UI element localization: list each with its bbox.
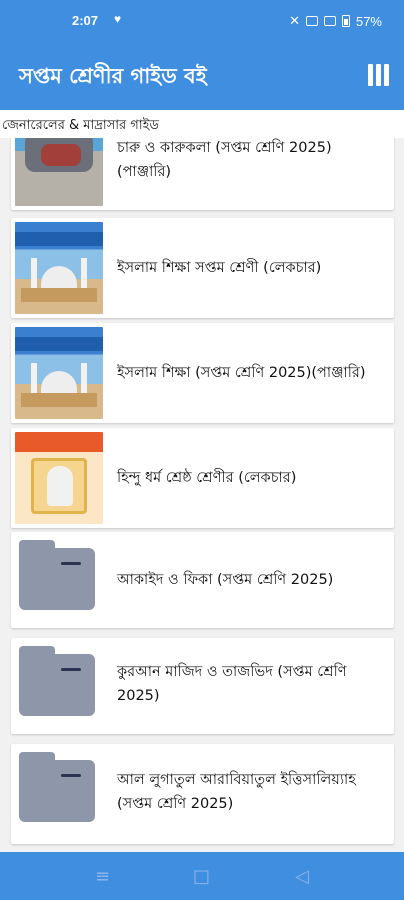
- list-item-title: ইসলাম শিক্ষা (সপ্তম শ্রেণি 2025)(পাঞ্জার…: [117, 365, 366, 381]
- list-item-hindu[interactable]: হিন্দু ধর্ম শ্রেষ্ঠ শ্রেণীর (লেকচার): [11, 428, 394, 528]
- battery-percent: 57%: [355, 13, 382, 29]
- list-item-crafts[interactable]: চারু ও কারুকলা (সপ্তম শ্রেণি 2025)(পাঞ্জ…: [11, 138, 394, 210]
- list-item-islam-lecture[interactable]: ইসলাম শিক্ষা সপ্তম শ্রেণী (লেকচার): [11, 218, 394, 318]
- list-item-islam-panjari[interactable]: ইসলাম শিক্ষা (সপ্তম শ্রেণি 2025)(পাঞ্জার…: [11, 323, 394, 423]
- status-time: 2:07: [72, 13, 99, 28]
- app-title: সপ্তম শ্রেণীর গাইড বই: [19, 64, 207, 88]
- wifi-icon: [323, 16, 336, 26]
- system-icons: ✕ 57%: [289, 13, 382, 29]
- system-nav-bar: ≡ □ ◁: [0, 852, 404, 900]
- folder-icon: [19, 646, 95, 716]
- list-item-title: আকাইদ ও ফিকা (সপ্তম শ্রেণি 2025): [117, 572, 334, 588]
- app-bar: সপ্তম শ্রেণীর গাইড বই: [0, 40, 404, 110]
- folder-icon: [19, 540, 95, 610]
- list-item-quran[interactable]: কুরআন মাজিদ ও তাজভিদ (সপ্তম শ্রেণি 2025): [11, 638, 394, 734]
- status-bar: 2:07 ♥ ✕ 57%: [0, 0, 404, 40]
- battery-icon: [341, 15, 350, 27]
- list-item-arabic[interactable]: আল লুগাতুল আরাবিয়াতুল ইত্তিসালিয়্যাহ (…: [11, 744, 394, 844]
- subtitle-row: জেনারেলের & মাদ্রাসার গাইড: [0, 110, 404, 138]
- islam-cover-image: [15, 222, 103, 314]
- list-item-aqaid[interactable]: আকাইদ ও ফিকা (সপ্তম শ্রেণি 2025): [11, 532, 394, 628]
- back-icon[interactable]: ◁: [295, 866, 309, 887]
- home-icon[interactable]: □: [193, 866, 210, 887]
- crafts-cover-image: [15, 138, 103, 206]
- list-item-title: ইসলাম শিক্ষা সপ্তম শ্রেণী (লেকচার): [117, 260, 322, 276]
- islam-cover-image: [15, 327, 103, 419]
- list-item-title: আল লুগাতুল আরাবিয়াতুল ইত্তিসালিয়্যাহ (…: [117, 772, 356, 812]
- menu-icon[interactable]: [368, 64, 390, 86]
- list-item-title: চারু ও কারুকলা (সপ্তম শ্রেণি 2025)(পাঞ্জ…: [117, 140, 332, 180]
- folder-icon: [19, 752, 95, 822]
- list-item-title: হিন্দু ধর্ম শ্রেষ্ঠ শ্রেণীর (লেকচার): [117, 470, 297, 486]
- hindu-cover-image: [15, 432, 103, 524]
- book-list[interactable]: চারু ও কারুকলা (সপ্তম শ্রেণি 2025)(পাঞ্জ…: [0, 138, 404, 852]
- signal-icon: [305, 16, 318, 26]
- subtitle: জেনারেলের & মাদ্রাসার গাইড: [2, 118, 159, 133]
- recent-apps-icon[interactable]: ≡: [95, 866, 110, 887]
- mute-icon: ✕: [289, 13, 300, 28]
- list-item-title: কুরআন মাজিদ ও তাজভিদ (সপ্তম শ্রেণি 2025): [117, 664, 347, 704]
- heart-icon: ♥: [114, 12, 122, 26]
